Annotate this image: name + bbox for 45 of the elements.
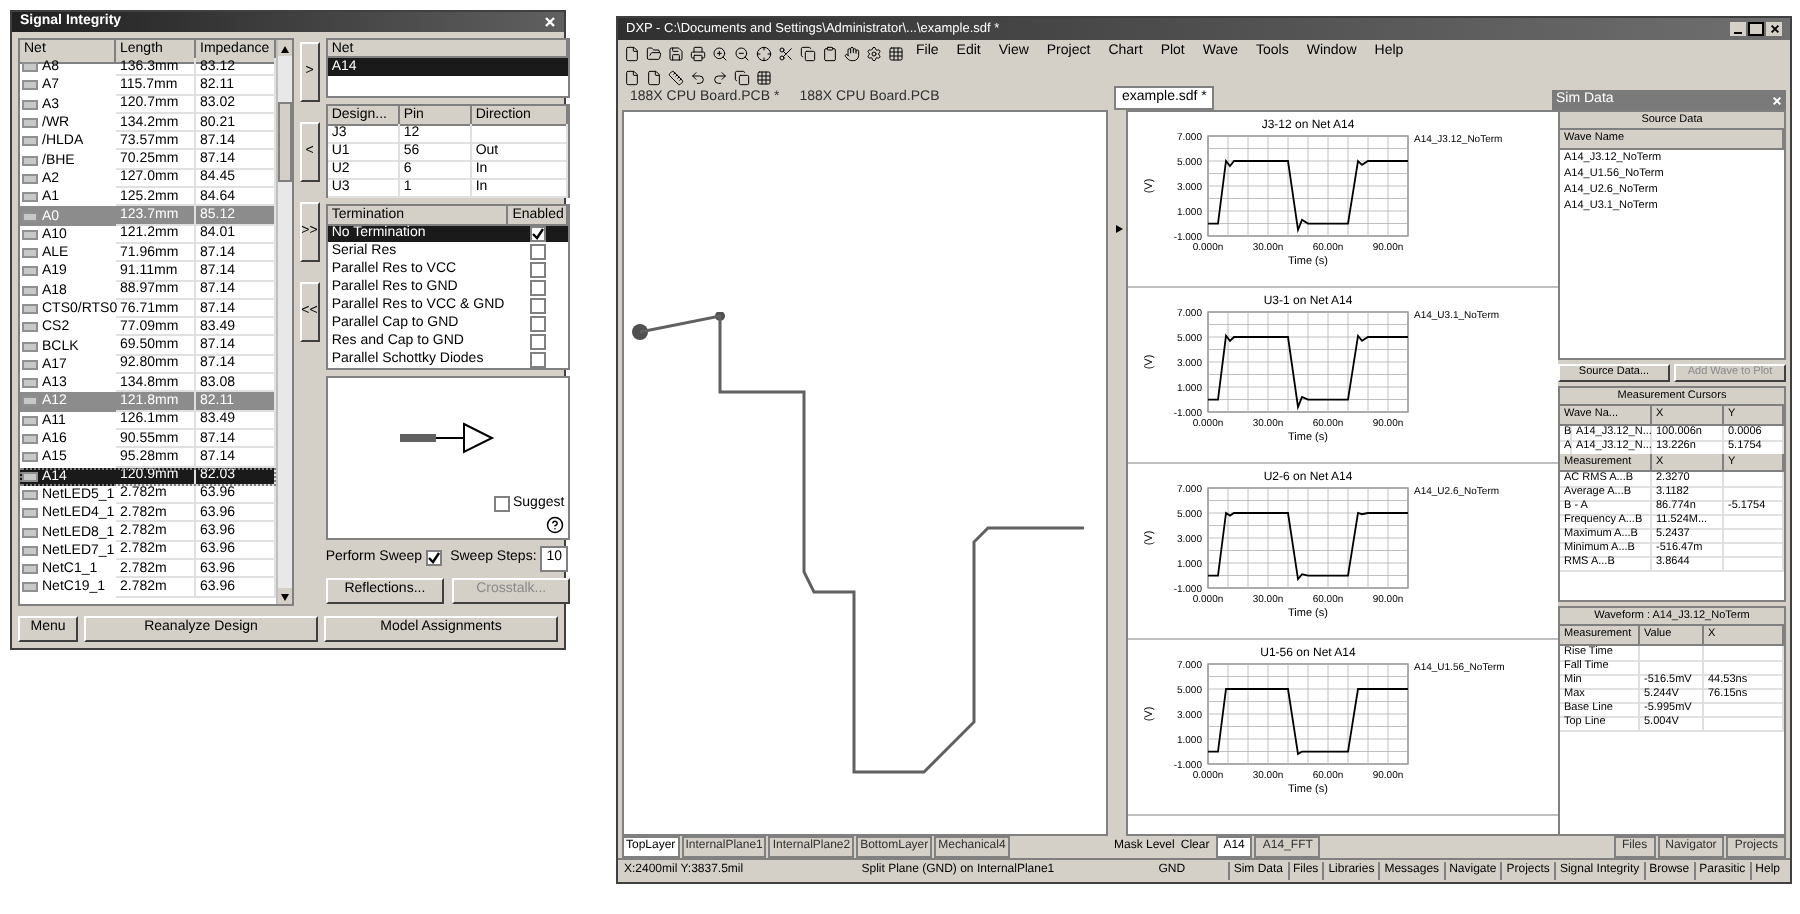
checkbox[interactable] <box>530 279 547 295</box>
copy-icon[interactable] <box>734 69 750 85</box>
checkbox[interactable] <box>493 495 509 512</box>
zoom-in-icon[interactable] <box>712 45 728 61</box>
table-cell <box>471 124 569 144</box>
zoom-out-icon[interactable] <box>734 45 750 61</box>
redo-icon[interactable] <box>712 69 728 85</box>
ruler-icon[interactable] <box>668 69 684 85</box>
table-cell <box>1724 485 1784 502</box>
cut-icon[interactable] <box>778 45 794 61</box>
crosshair-icon[interactable] <box>756 45 772 61</box>
copy-icon[interactable] <box>800 45 816 61</box>
table-cell <box>1724 513 1784 530</box>
settings-icon[interactable] <box>866 45 882 61</box>
file-icon[interactable] <box>646 69 662 85</box>
scroll-up-icon[interactable] <box>279 43 290 53</box>
paste-icon[interactable] <box>822 45 838 61</box>
help-icon[interactable] <box>546 516 565 534</box>
hand-icon[interactable] <box>844 45 860 61</box>
checkbox[interactable] <box>530 261 547 277</box>
pointer-icon[interactable] <box>1114 224 1124 234</box>
table-cell <box>1724 471 1784 488</box>
file-icon[interactable] <box>624 69 640 85</box>
table-cell <box>1724 555 1784 572</box>
checkbox[interactable] <box>530 351 547 367</box>
scroll-thumb[interactable] <box>277 102 292 182</box>
buffer-symbol-drawing <box>400 419 496 456</box>
table-cell <box>1724 527 1784 544</box>
close-icon[interactable] <box>1769 24 1779 34</box>
save-icon[interactable] <box>668 45 684 61</box>
table-cell <box>1724 541 1784 558</box>
folder-icon[interactable] <box>646 45 662 61</box>
printer-icon[interactable] <box>690 45 706 61</box>
undo-icon[interactable] <box>690 69 706 85</box>
checkbox[interactable] <box>530 297 547 313</box>
checkbox[interactable] <box>530 315 547 331</box>
grid-icon[interactable] <box>756 69 772 85</box>
scroll-down-icon[interactable] <box>279 591 290 601</box>
minimize-icon[interactable] <box>1730 22 1746 36</box>
checkbox[interactable] <box>426 550 443 567</box>
checkbox[interactable] <box>530 333 547 349</box>
file-icon[interactable] <box>624 45 640 61</box>
grid-icon[interactable] <box>888 45 904 61</box>
checkbox[interactable] <box>530 243 547 259</box>
maximize-icon[interactable] <box>1748 22 1764 36</box>
